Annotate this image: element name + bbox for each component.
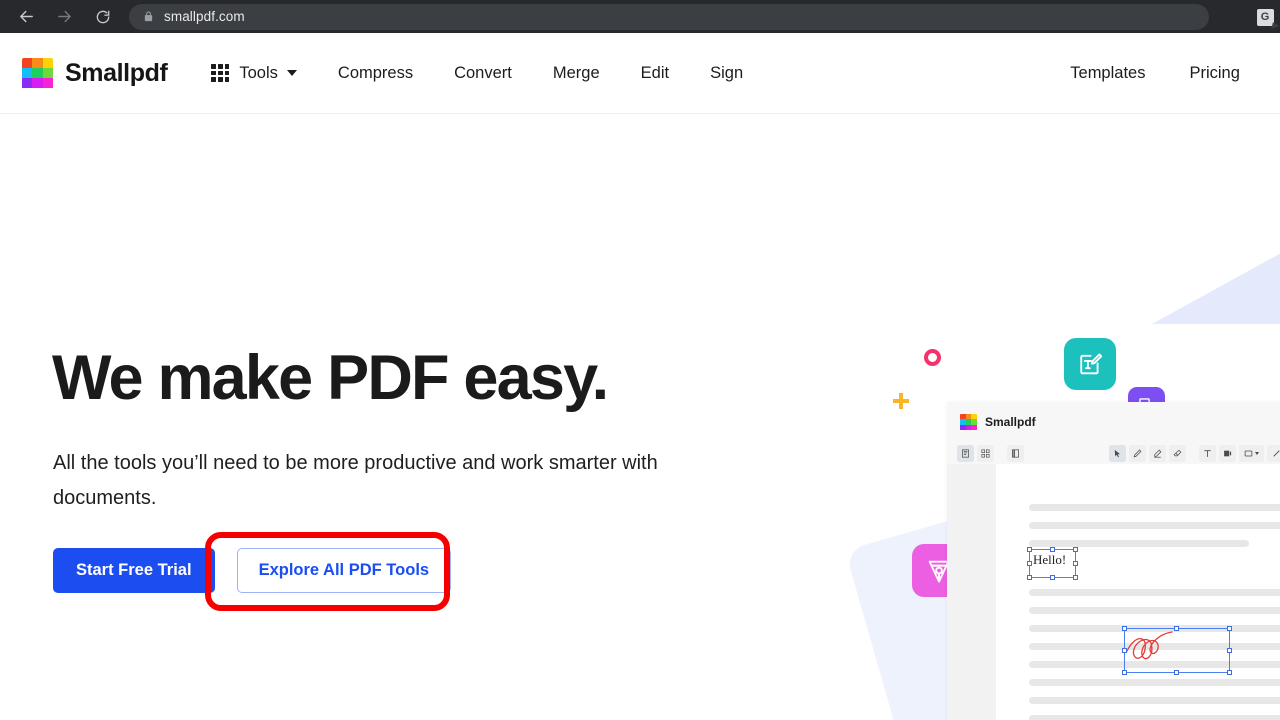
document-text-line bbox=[1029, 589, 1280, 596]
logo-cell bbox=[971, 424, 977, 431]
signature-scribble-icon bbox=[1126, 631, 1173, 660]
shape-icon[interactable] bbox=[1239, 444, 1264, 462]
main-navigation: Tools Compress Convert Merge Edit Sign bbox=[211, 64, 743, 83]
smallpdf-logo-icon bbox=[22, 57, 53, 89]
document-text-line bbox=[1029, 715, 1280, 720]
logo-cell bbox=[32, 78, 43, 89]
eraser-icon[interactable] bbox=[1169, 444, 1186, 462]
app-smallpdf-logo-icon bbox=[960, 413, 977, 431]
shape-chevron-down-icon bbox=[1255, 451, 1259, 455]
image-icon[interactable] bbox=[1219, 444, 1236, 462]
ring-decoration bbox=[924, 349, 941, 366]
reload-button[interactable] bbox=[89, 3, 117, 31]
tools-label: Tools bbox=[239, 63, 278, 82]
nav-link-merge[interactable]: Merge bbox=[553, 64, 600, 83]
nav-link-compress[interactable]: Compress bbox=[338, 64, 413, 83]
logo-cell bbox=[22, 67, 33, 79]
secondary-navigation: Templates Pricing T bbox=[1070, 33, 1280, 114]
logo-cell bbox=[42, 67, 53, 79]
url-text: smallpdf.com bbox=[164, 9, 245, 24]
address-bar[interactable]: smallpdf.com bbox=[129, 3, 1209, 30]
thumbnail-view-icon[interactable] bbox=[977, 444, 994, 462]
text-box-value: Hello! bbox=[1033, 552, 1067, 567]
nav-link-edit[interactable]: Edit bbox=[641, 64, 669, 83]
back-button[interactable] bbox=[12, 3, 40, 31]
view-mode-group bbox=[957, 444, 1024, 462]
logo-cell bbox=[22, 57, 33, 68]
document-text-line bbox=[1029, 540, 1249, 547]
page-view-icon[interactable] bbox=[957, 444, 974, 462]
document-page: Hello! bbox=[996, 464, 1280, 720]
edit-document-icon bbox=[1064, 338, 1116, 390]
signature-selection[interactable] bbox=[1122, 626, 1232, 675]
app-document-area: Hello! bbox=[947, 464, 1280, 720]
plus-decoration bbox=[893, 393, 909, 409]
translate-icon: G bbox=[1256, 8, 1274, 26]
blue-triangle-decoration bbox=[1152, 214, 1280, 324]
split-view-icon[interactable] bbox=[1007, 444, 1024, 462]
app-toolbar bbox=[947, 442, 1280, 464]
text-icon[interactable] bbox=[1199, 444, 1216, 462]
chevron-down-icon bbox=[286, 70, 297, 76]
hero-illustration: Smallpdf Hello! bbox=[0, 114, 1280, 720]
brand-logo-link[interactable]: Smallpdf bbox=[22, 57, 168, 89]
line-icon[interactable] bbox=[1267, 444, 1280, 462]
document-text-line bbox=[1029, 679, 1280, 686]
cursor-icon[interactable] bbox=[1109, 444, 1126, 462]
grid-icon bbox=[211, 64, 230, 82]
document-text-line bbox=[1029, 522, 1280, 529]
logo-cell bbox=[22, 78, 33, 89]
document-text-line bbox=[1029, 697, 1280, 704]
lock-icon bbox=[143, 10, 154, 23]
text-box-selection[interactable]: Hello! bbox=[1027, 547, 1078, 580]
nav-link-convert[interactable]: Convert bbox=[454, 64, 512, 83]
logo-cell bbox=[32, 57, 43, 68]
logo-cell bbox=[32, 67, 43, 79]
reload-icon bbox=[96, 10, 110, 23]
forward-button[interactable] bbox=[50, 3, 78, 31]
logo-cell bbox=[42, 57, 53, 68]
nav-link-sign[interactable]: Sign bbox=[710, 64, 743, 83]
app-mockup-window: Smallpdf Hello! bbox=[947, 402, 1280, 720]
nav-link-pricing[interactable]: Pricing bbox=[1189, 64, 1239, 83]
forward-arrow-icon bbox=[57, 10, 71, 23]
highlighter-icon[interactable] bbox=[1149, 444, 1166, 462]
tools-menu-button[interactable]: Tools bbox=[211, 64, 297, 83]
document-text-line bbox=[1029, 607, 1280, 614]
browser-toolbar: smallpdf.com G bbox=[0, 0, 1280, 33]
app-titlebar: Smallpdf bbox=[947, 402, 1280, 442]
back-arrow-icon bbox=[19, 10, 33, 23]
nav-link-templates[interactable]: Templates bbox=[1070, 64, 1145, 83]
translate-button[interactable]: G bbox=[1252, 4, 1278, 30]
site-header: Smallpdf Tools Compress Convert Merge Ed… bbox=[0, 33, 1280, 114]
brand-name: Smallpdf bbox=[65, 58, 168, 87]
document-text-line bbox=[1029, 504, 1280, 511]
edit-tools-group bbox=[1109, 444, 1280, 462]
pen-icon[interactable] bbox=[1129, 444, 1146, 462]
logo-cell bbox=[42, 78, 53, 89]
app-name: Smallpdf bbox=[985, 415, 1036, 429]
